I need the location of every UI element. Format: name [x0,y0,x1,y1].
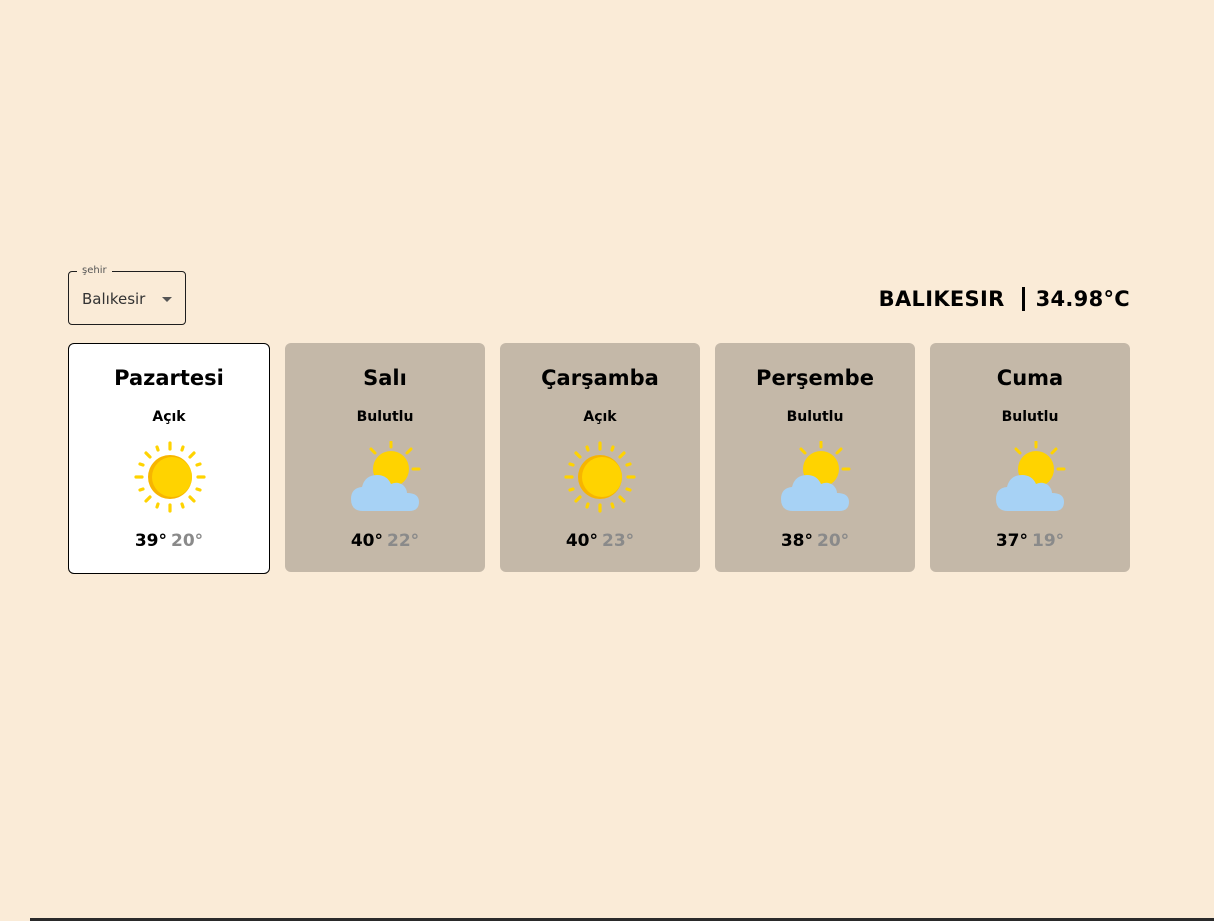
chevron-down-icon [162,297,172,302]
forecast-card-pazartesi[interactable]: Pazartesi Açık 39° 20° [68,343,270,574]
forecast-day: Perşembe [756,366,874,390]
current-city: BALIKESIR [878,287,1005,311]
forecast-high: 40° [350,531,383,551]
partly-cloudy-icon [994,440,1066,513]
forecast-temps: 39° 20° [69,529,269,553]
forecast-low: 22° [387,531,420,551]
forecast-temps: 38° 20° [715,529,915,553]
forecast-temps: 37° 19° [930,529,1130,553]
forecast-low: 23° [602,531,635,551]
city-select-value: Balıkesir [82,290,146,308]
city-select[interactable]: şehir Balıkesir [68,264,186,325]
divider [1021,287,1025,311]
current-temperature: 34.98°C [1035,287,1130,311]
forecast-list: Pazartesi Açık 39° 20° Salı Bulutlu 40° … [68,343,1130,574]
forecast-condition: Bulutlu [786,409,844,425]
forecast-high: 37° [995,531,1028,551]
forecast-condition: Bulutlu [356,409,414,425]
forecast-low: 20° [817,531,850,551]
forecast-condition: Açık [152,409,186,425]
partly-cloudy-icon [779,440,851,513]
forecast-day: Cuma [996,366,1064,390]
sun-icon [564,441,636,513]
forecast-day: Salı [363,366,407,390]
forecast-card-carsamba[interactable]: Çarşamba Açık 40° 23° [500,343,700,572]
forecast-low: 20° [171,531,204,551]
forecast-condition: Açık [583,409,617,425]
forecast-card-sali[interactable]: Salı Bulutlu 40° 22° [285,343,485,572]
forecast-high: 40° [565,531,598,551]
forecast-high: 39° [134,531,167,551]
forecast-day: Çarşamba [541,366,659,390]
forecast-day: Pazartesi [114,366,224,390]
forecast-high: 38° [780,531,813,551]
forecast-card-persembe[interactable]: Perşembe Bulutlu 38° 20° [715,343,915,572]
partly-cloudy-icon [349,440,421,513]
current-weather: BALIKESIR 34.98°C [879,283,1130,315]
forecast-temps: 40° 23° [500,529,700,553]
forecast-low: 19° [1032,531,1065,551]
sun-icon [134,441,206,513]
city-select-label: şehir [77,264,112,278]
forecast-temps: 40° 22° [285,529,485,553]
forecast-condition: Bulutlu [1001,409,1059,425]
forecast-card-cuma[interactable]: Cuma Bulutlu 37° 19° [930,343,1130,572]
